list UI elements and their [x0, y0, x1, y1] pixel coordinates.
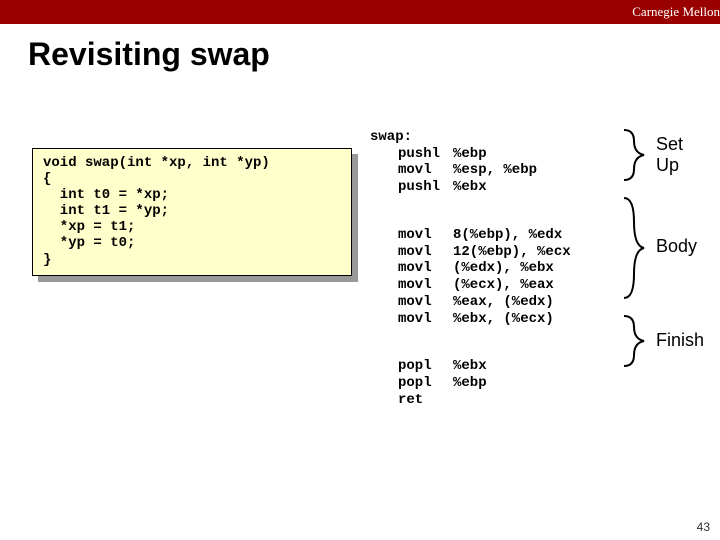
- org-label: Carnegie Mellon: [632, 4, 720, 19]
- asm-op: pushl: [398, 146, 453, 163]
- asm-op: movl: [398, 294, 453, 311]
- asm-label: swap:: [370, 129, 412, 145]
- annot-setup-l1: Set: [656, 134, 683, 154]
- asm-op: ret: [398, 392, 453, 409]
- asm-op: movl: [398, 311, 453, 328]
- asm-op: popl: [398, 358, 453, 375]
- annot-body: Body: [656, 236, 697, 257]
- brace-icon: [620, 196, 648, 300]
- asm-op: movl: [398, 227, 453, 244]
- asm-args: %ebp: [453, 146, 487, 162]
- asm-op: movl: [398, 244, 453, 261]
- asm-op: pushl: [398, 179, 453, 196]
- asm-args: (%edx), %ebx: [453, 260, 554, 276]
- c-code-block: void swap(int *xp, int *yp) { int t0 = *…: [32, 148, 352, 276]
- brace-icon: [620, 128, 648, 182]
- c-code: void swap(int *xp, int *yp) { int t0 = *…: [32, 148, 352, 276]
- asm-args: %esp, %ebp: [453, 162, 537, 178]
- brace-icon: [620, 314, 648, 368]
- annot-setup-l2: Up: [656, 155, 679, 175]
- asm-args: %ebp: [453, 375, 487, 391]
- page-number: 43: [697, 520, 710, 534]
- assembly-listing: swap: pushl%ebp movl%esp, %ebp pushl%ebx…: [370, 112, 571, 409]
- slide-title: Revisiting swap: [28, 36, 720, 73]
- header-bar: Carnegie Mellon: [0, 0, 720, 24]
- asm-args: (%ecx), %eax: [453, 277, 554, 293]
- asm-args: 8(%ebp), %edx: [453, 227, 562, 243]
- asm-args: %eax, (%edx): [453, 294, 554, 310]
- asm-args: %ebx, (%ecx): [453, 311, 554, 327]
- annot-finish: Finish: [656, 330, 704, 351]
- asm-args: %ebx: [453, 179, 487, 195]
- asm-args: 12(%ebp), %ecx: [453, 244, 571, 260]
- asm-op: movl: [398, 277, 453, 294]
- asm-args: %ebx: [453, 358, 487, 374]
- annot-setup: Set Up: [656, 134, 683, 176]
- asm-op: movl: [398, 162, 453, 179]
- asm-op: popl: [398, 375, 453, 392]
- asm-op: movl: [398, 260, 453, 277]
